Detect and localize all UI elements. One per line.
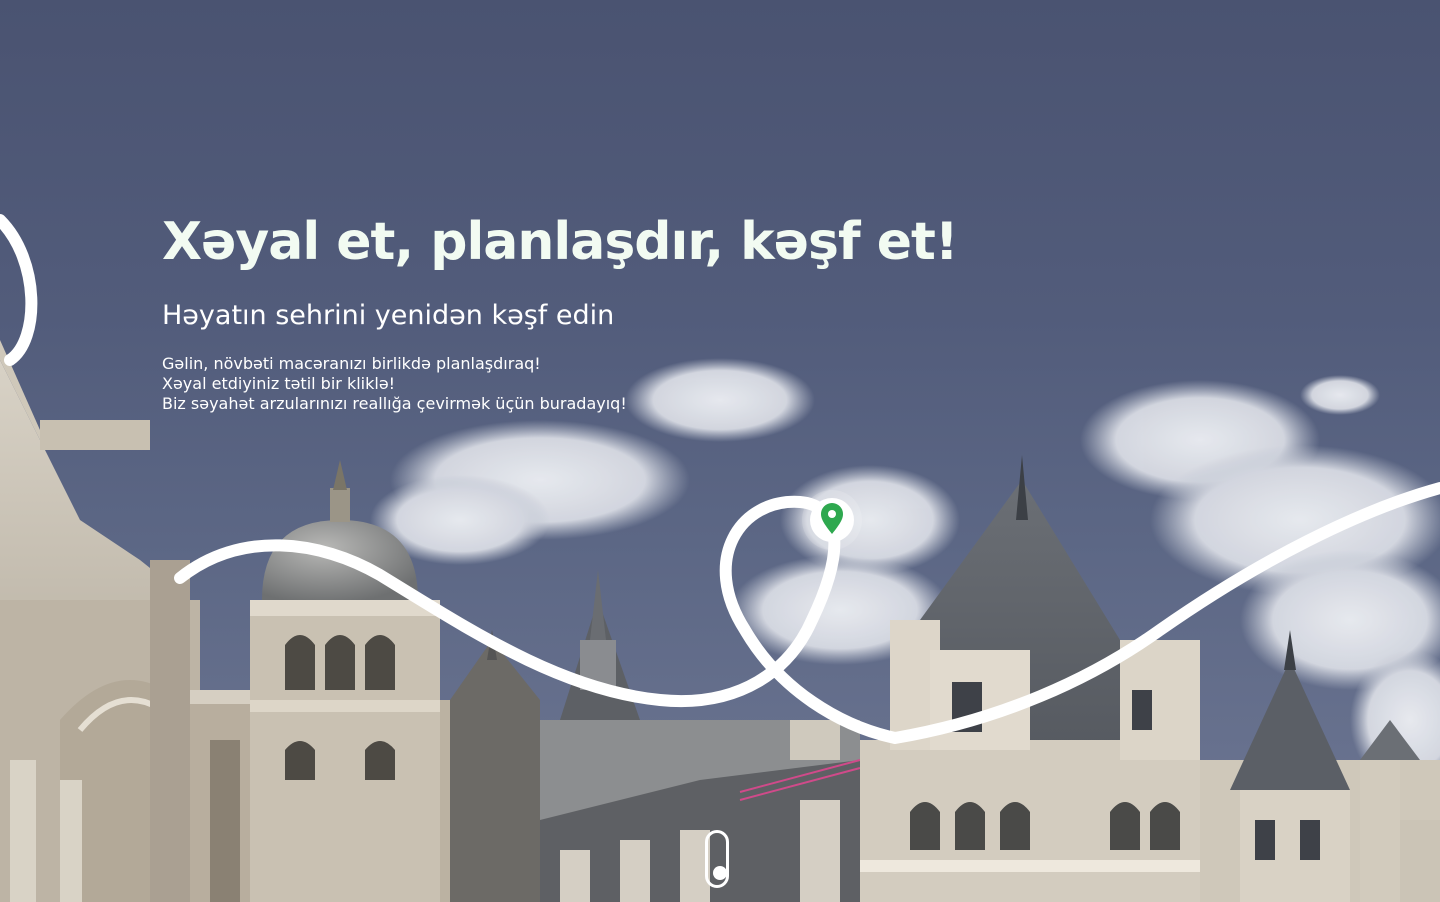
map-pin-icon[interactable] <box>802 490 862 550</box>
hero-description: Gəlin, növbəti macəranızı birlikdə planl… <box>162 354 627 414</box>
mouse-scroll-icon[interactable] <box>705 830 729 888</box>
hero-description-line: Gəlin, növbəti macəranızı birlikdə planl… <box>162 354 541 373</box>
hero-description-line: Biz səyahət arzularınızı reallığa çevirm… <box>162 394 627 413</box>
hero-headline: Xəyal et, planlaşdır, kəşf et! <box>162 212 959 272</box>
hero-background <box>0 214 1440 902</box>
hero-section: Xəyal et, planlaşdır, kəşf et! Həyatın s… <box>0 0 1440 902</box>
hero-subheadline: Həyatın sehrini yenidən kəşf edin <box>162 300 615 331</box>
scroll-dot <box>713 866 727 880</box>
route-line <box>0 214 38 366</box>
hero-description-line: Xəyal etdiyiniz tətil bir kliklə! <box>162 374 396 393</box>
